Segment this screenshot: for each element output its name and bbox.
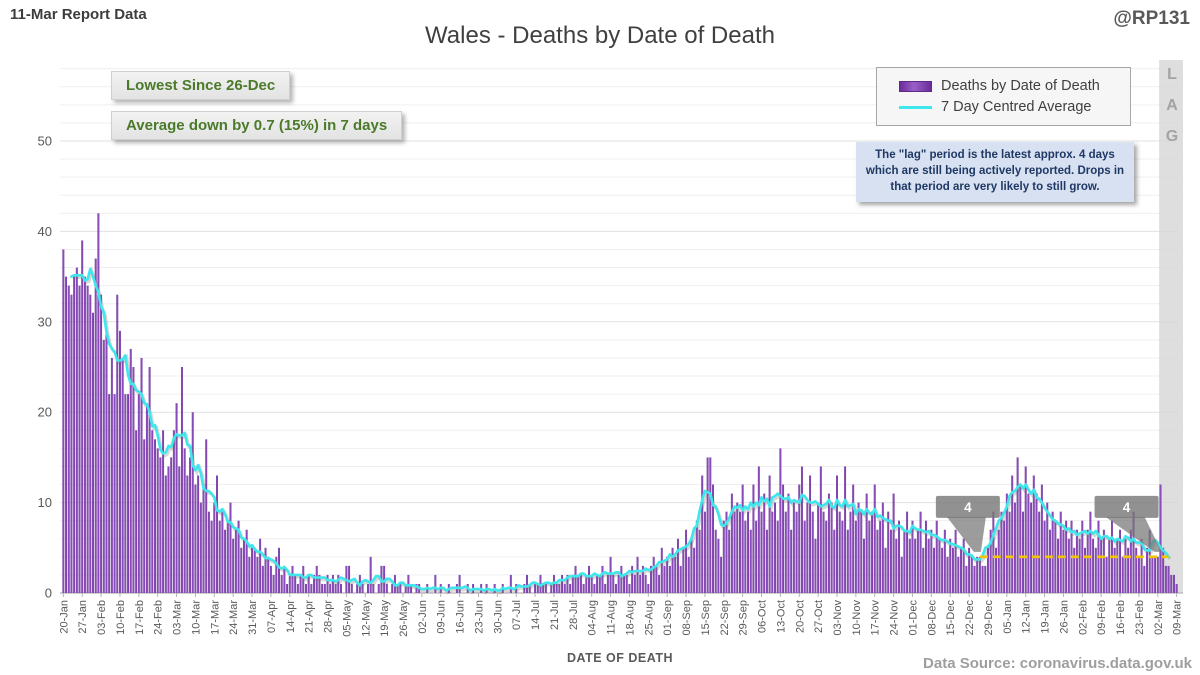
report-date-label: 11-Mar Report Data (10, 6, 147, 23)
svg-text:01-Dec: 01-Dec (908, 600, 920, 636)
svg-text:25-Aug: 25-Aug (643, 600, 655, 635)
legend-label: 7 Day Centred Average (941, 99, 1092, 115)
svg-text:28-Apr: 28-Apr (323, 600, 335, 633)
svg-text:31-Mar: 31-Mar (247, 600, 259, 635)
svg-text:03-Mar: 03-Mar (172, 600, 184, 635)
svg-text:18-Aug: 18-Aug (624, 600, 636, 635)
annotation-average-change: Average down by 0.7 (15%) in 7 days (111, 111, 403, 140)
author-handle: @RP131 (1113, 8, 1190, 29)
svg-text:12-Jan: 12-Jan (1021, 600, 1033, 634)
svg-text:26-May: 26-May (398, 600, 410, 637)
svg-text:06-Oct: 06-Oct (757, 600, 769, 633)
svg-text:04-Aug: 04-Aug (587, 600, 599, 635)
legend-item-deaths: Deaths by Date of Death (899, 78, 1130, 94)
svg-text:29-Dec: 29-Dec (983, 600, 995, 636)
svg-text:28-Jul: 28-Jul (568, 600, 580, 630)
chart-page: 4 4 20-Jan 27-Jan 03-Feb 10-Feb 17-Feb 24-Feb 03… (0, 0, 1200, 675)
svg-text:09-Jun: 09-Jun (436, 600, 448, 634)
svg-text:15-Sep: 15-Sep (700, 600, 712, 635)
svg-text:05-Jan: 05-Jan (1002, 600, 1014, 634)
svg-text:13-Oct: 13-Oct (775, 600, 787, 633)
svg-text:07-Jul: 07-Jul (511, 600, 523, 630)
lag-letter: A (1166, 97, 1178, 114)
svg-text:30: 30 (38, 314, 52, 329)
svg-text:16-Jun: 16-Jun (455, 600, 467, 634)
legend-item-average: 7 Day Centred Average (899, 99, 1130, 115)
bar-swatch-icon (899, 80, 932, 92)
svg-text:10-Mar: 10-Mar (190, 600, 202, 635)
svg-text:16-Feb: 16-Feb (1115, 600, 1127, 635)
svg-text:08-Dec: 08-Dec (926, 600, 938, 636)
svg-text:29-Sep: 29-Sep (738, 600, 750, 635)
svg-text:24-Feb: 24-Feb (153, 600, 165, 635)
lag-letter: G (1165, 128, 1179, 145)
svg-text:09-Feb: 09-Feb (1096, 600, 1108, 635)
svg-text:26-Jan: 26-Jan (1058, 600, 1070, 634)
page-title: Wales - Deaths by Date of Death (425, 22, 775, 49)
svg-text:20: 20 (38, 405, 52, 420)
svg-text:08-Sep: 08-Sep (681, 600, 693, 635)
svg-text:40: 40 (38, 224, 52, 239)
svg-text:03-Feb: 03-Feb (96, 600, 108, 635)
svg-text:03-Nov: 03-Nov (832, 600, 844, 636)
svg-text:17-Nov: 17-Nov (870, 600, 882, 636)
annotation-lowest-since: Lowest Since 26-Dec (111, 71, 291, 100)
lag-letter: L (1167, 66, 1177, 83)
svg-text:0: 0 (45, 586, 52, 601)
svg-text:05-May: 05-May (341, 600, 353, 637)
svg-text:19-Jan: 19-Jan (1040, 600, 1052, 634)
svg-text:10-Feb: 10-Feb (115, 600, 127, 635)
lag-explanation-note: The "lag" period is the latest approx. 4… (856, 142, 1134, 202)
svg-text:02-Feb: 02-Feb (1077, 600, 1089, 635)
svg-text:50: 50 (38, 134, 52, 149)
svg-text:23-Feb: 23-Feb (1134, 600, 1146, 635)
svg-text:11-Aug: 11-Aug (606, 600, 618, 635)
svg-text:02-Jun: 02-Jun (417, 600, 429, 634)
svg-text:23-Jun: 23-Jun (474, 600, 486, 634)
svg-text:15-Dec: 15-Dec (945, 600, 957, 636)
svg-text:22-Dec: 22-Dec (964, 600, 976, 636)
svg-text:20-Jan: 20-Jan (58, 600, 70, 634)
svg-text:21-Apr: 21-Apr (304, 600, 316, 633)
svg-text:02-Mar: 02-Mar (1153, 600, 1165, 635)
svg-text:4: 4 (1123, 500, 1131, 515)
svg-text:27-Jan: 27-Jan (77, 600, 89, 634)
svg-text:4: 4 (964, 500, 972, 515)
lag-band-label: L A G (1161, 66, 1183, 146)
svg-text:14-Jul: 14-Jul (530, 600, 542, 630)
line-swatch-icon (899, 105, 932, 109)
svg-text:10: 10 (38, 495, 52, 510)
svg-text:17-Feb: 17-Feb (134, 600, 146, 635)
svg-text:07-Apr: 07-Apr (266, 600, 278, 633)
svg-text:24-Mar: 24-Mar (228, 600, 240, 635)
svg-text:21-Jul: 21-Jul (549, 600, 561, 630)
svg-text:09-Mar: 09-Mar (1172, 600, 1184, 635)
svg-text:12-May: 12-May (360, 600, 372, 637)
svg-text:10-Nov: 10-Nov (851, 600, 863, 636)
svg-text:14-Apr: 14-Apr (285, 600, 297, 633)
svg-text:19-May: 19-May (379, 600, 391, 637)
svg-text:24-Nov: 24-Nov (889, 600, 901, 636)
svg-text:27-Oct: 27-Oct (813, 600, 825, 633)
legend-label: Deaths by Date of Death (941, 78, 1100, 94)
svg-text:22-Sep: 22-Sep (719, 600, 731, 635)
data-source-label: Data Source: coronavirus.data.gov.uk (923, 655, 1192, 672)
svg-text:20-Oct: 20-Oct (794, 600, 806, 633)
svg-text:01-Sep: 01-Sep (662, 600, 674, 635)
legend: Deaths by Date of Death 7 Day Centred Av… (876, 67, 1131, 126)
svg-text:17-Mar: 17-Mar (209, 600, 221, 635)
svg-text:30-Jun: 30-Jun (492, 600, 504, 634)
